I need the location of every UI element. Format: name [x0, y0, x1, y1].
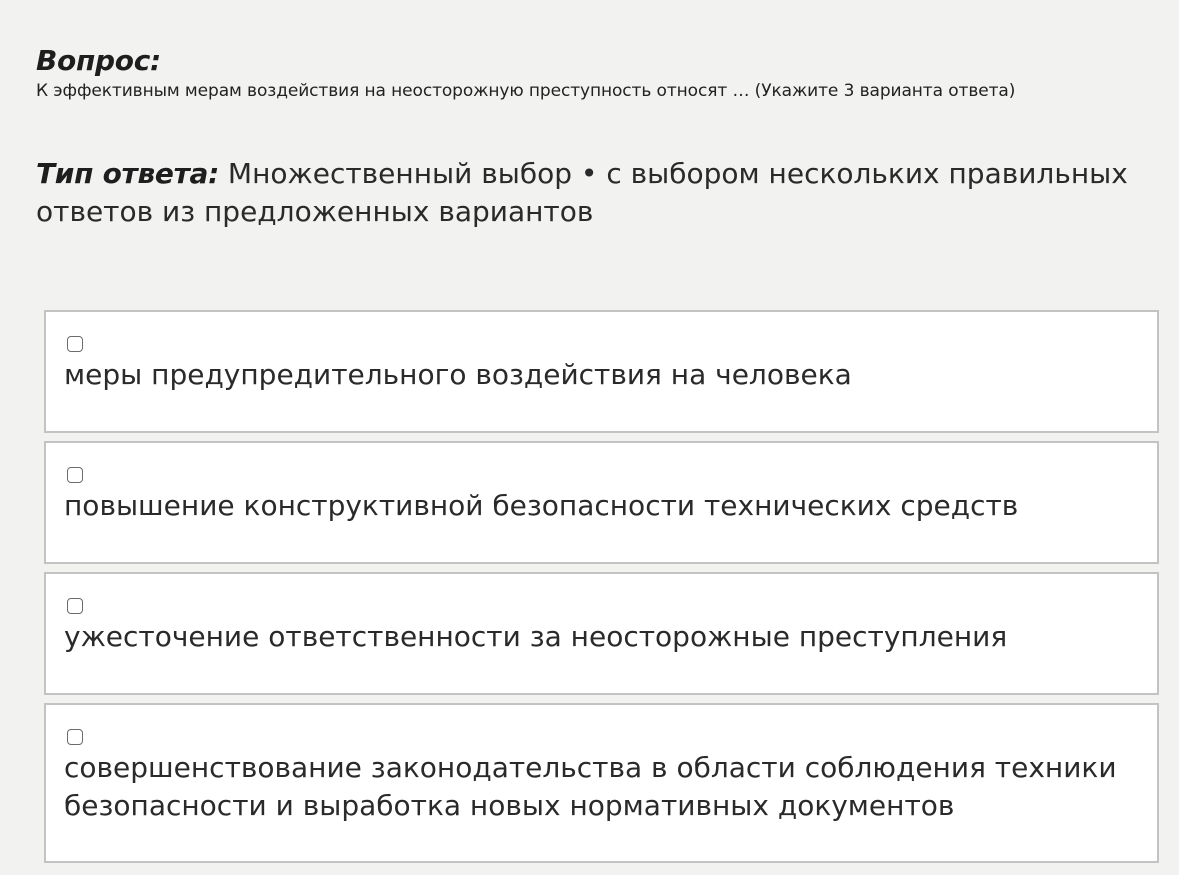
question-block: Вопрос: К эффективным мерам воздействия … — [36, 44, 1156, 102]
answer-option-3[interactable]: ужесточение ответственности за неосторож… — [44, 572, 1159, 695]
option-checkbox-1[interactable] — [67, 336, 83, 352]
option-checkbox-3[interactable] — [67, 598, 83, 614]
option-label-3: ужесточение ответственности за неосторож… — [64, 620, 1008, 653]
answer-type-label: Тип ответа: — [36, 157, 220, 190]
quiz-page: Вопрос: К эффективным мерам воздействия … — [0, 0, 1179, 875]
answer-option-4[interactable]: совершенствование законодательства в обл… — [44, 703, 1159, 863]
option-label-4: совершенствование законодательства в обл… — [64, 751, 1117, 822]
question-text: К эффективным мерам воздействия на неост… — [36, 81, 1016, 101]
option-label-2: повышение конструктивной безопасности те… — [64, 489, 1019, 522]
option-label-1: меры предупредительного воздействия на ч… — [64, 358, 852, 391]
question-heading: Вопрос: — [36, 44, 161, 77]
answer-options: меры предупредительного воздействия на ч… — [44, 310, 1159, 871]
answer-option-1[interactable]: меры предупредительного воздействия на ч… — [44, 310, 1159, 433]
option-checkbox-2[interactable] — [67, 467, 83, 483]
answer-type: Тип ответа: Множественный выбор • с выбо… — [36, 155, 1136, 231]
answer-option-2[interactable]: повышение конструктивной безопасности те… — [44, 441, 1159, 564]
option-checkbox-4[interactable] — [67, 729, 83, 745]
